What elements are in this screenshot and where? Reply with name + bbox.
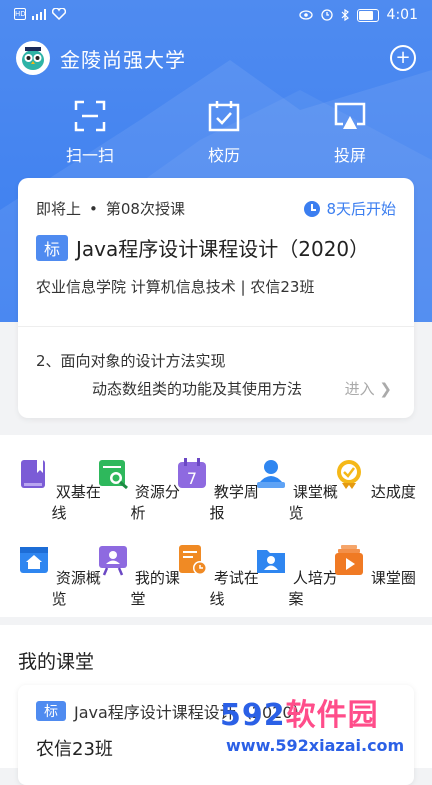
grid-label: 教学周报 [209, 483, 259, 522]
grid-label: 达成度 [370, 483, 416, 501]
standard-tag: 标 [36, 701, 66, 721]
enter-label: 进入 [344, 380, 375, 398]
status-bar: HD 4:01 [0, 0, 432, 32]
scan-label: 扫一扫 [65, 146, 114, 165]
eye-icon [298, 10, 313, 20]
calendar-label: 校历 [207, 146, 240, 165]
house-screen-icon [20, 547, 49, 573]
title-bar: 金陵尚强大学 + [16, 40, 416, 76]
grid-label: 考试在线 [209, 569, 259, 608]
calendar-button[interactable]: 校历 [174, 100, 274, 166]
battery-icon [356, 8, 379, 22]
feature-grid: 双基在线 资源分析 7 教学周报 课堂概览 达成度 资源概览 我的课堂 考试在线… [0, 435, 432, 617]
scan-icon [74, 100, 106, 132]
add-button[interactable]: + [390, 45, 416, 71]
grid-item-resource-overview[interactable]: 资源概览 [16, 543, 102, 609]
upcoming-class-card[interactable]: 即将上 • 第08次授课 8天后开始 标 Java程序设计课程设计（2020） 农业… [18, 178, 414, 418]
play-stack-icon [335, 545, 364, 575]
divider [18, 326, 414, 327]
medal-icon [337, 460, 362, 489]
signal-icon [32, 8, 46, 20]
grid-label: 我的课堂 [130, 569, 180, 608]
watermark-number: 592 [220, 698, 286, 733]
countdown: 8天后开始 [304, 198, 396, 219]
grid-label: 资源分析 [130, 483, 180, 522]
cast-screen-icon [334, 102, 366, 129]
class-session: 第08次授课 [105, 200, 185, 218]
course-title: 标 Java程序设计课程设计（2020） [36, 233, 369, 262]
heart-icon [52, 8, 66, 20]
class-meta: 即将上 • 第08次授课 [36, 200, 185, 218]
cast-button[interactable]: 投屏 [300, 100, 400, 166]
grid-label: 课堂圈 [370, 569, 416, 587]
grid-item-class-circle[interactable]: 课堂圈 [331, 543, 417, 588]
teacher-icon [257, 460, 286, 488]
app-title: 金陵尚强大学 [60, 47, 186, 72]
grid-item-exam-online[interactable]: 考试在线 [174, 543, 260, 609]
grid-item-dual-base[interactable]: 双基在线 [16, 457, 102, 523]
calendar-check-icon [208, 101, 240, 132]
lesson-topic: 2、面向对象的设计方法实现 [36, 352, 226, 370]
clock-icon [304, 200, 321, 217]
folder-person-icon [257, 550, 286, 573]
lesson-subtopic: 动态数组类的功能及其使用方法 [92, 380, 303, 398]
class-status: 即将上 [36, 200, 82, 218]
clock-time: 4:01 [386, 7, 418, 23]
watermark-brand: 592软件园 [220, 690, 379, 734]
owl-logo-icon [16, 41, 50, 75]
book-icon [21, 460, 46, 488]
watermark-url: www.592xiazai.com [226, 736, 405, 755]
calendar-7-icon: 7 [178, 458, 207, 488]
presentation-icon [99, 546, 128, 576]
watermark-name: 软件园 [285, 698, 379, 733]
svg-text:7: 7 [187, 469, 197, 488]
grid-item-resource-analysis[interactable]: 资源分析 [95, 457, 181, 523]
watermark: 592软件园 www.592xiazai.com [212, 690, 432, 768]
chevron-right-icon: ❯ [379, 380, 392, 398]
course-name: Java程序设计课程设计（2020） [76, 237, 370, 261]
hd-icon: HD [14, 8, 26, 20]
grid-item-training-plan[interactable]: 人培方案 [253, 543, 339, 609]
countdown-text: 8天后开始 [326, 200, 396, 218]
grid-label: 资源概览 [51, 569, 101, 608]
standard-tag: 标 [36, 234, 69, 261]
enter-link[interactable]: 进入 ❯ [345, 378, 392, 399]
exam-clock-icon [179, 545, 208, 575]
grid-item-my-class[interactable]: 我的课堂 [95, 543, 181, 609]
my-class-name: 农信23班 [36, 739, 113, 760]
analysis-icon [99, 460, 129, 490]
grid-item-class-overview[interactable]: 课堂概览 [253, 457, 339, 523]
alarm-icon [320, 9, 333, 21]
cast-label: 投屏 [333, 146, 366, 165]
grid-item-weekly-report[interactable]: 7 教学周报 [174, 457, 260, 523]
my-class-heading: 我的课堂 [18, 651, 95, 673]
grid-label: 双基在线 [51, 483, 101, 522]
course-dept: 农业信息学院 计算机信息技术 | 农信23班 [36, 278, 315, 296]
grid-item-achievement[interactable]: 达成度 [331, 457, 417, 502]
bluetooth-icon [341, 9, 349, 21]
scan-button[interactable]: 扫一扫 [40, 100, 140, 166]
